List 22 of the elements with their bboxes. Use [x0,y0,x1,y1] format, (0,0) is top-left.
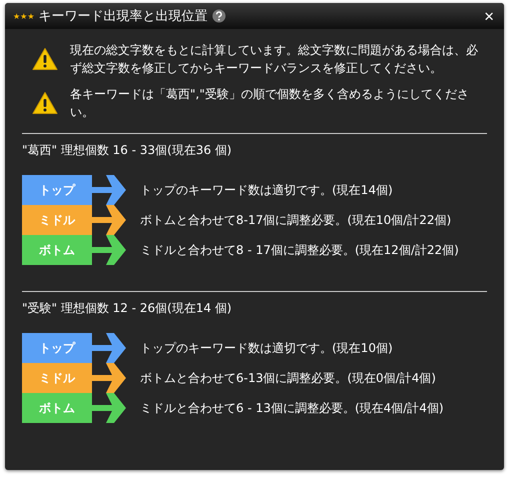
status-message: ミドルと合わせて8 - 17個に調整必要。(現在12個/計22個) [140,242,459,258]
status-message: ボトムと合わせて6-13個に調整必要。(現在0個/計4個) [140,370,436,386]
position-label: ボトム [22,393,92,423]
warning-message: 各キーワードは「葛西","受験」の順で個数を多く含めるようにしてください。 [70,86,470,121]
rating-stars: ★★★ [13,12,35,20]
warning-message: 現在の総文字数をもとに計算しています。総文字数に問題がある場合は、必ず総文字数を修正してからキーワードバランスを修正してください。 [70,42,479,77]
close-button[interactable]: × [482,8,496,24]
window-title: キーワード出現率と出現位置 [38,8,208,25]
keyword-heading: "葛西" 理想個数 16 - 33個(現在36 個) [22,142,233,159]
position-label: トップ [22,175,92,205]
status-message: ミドルと合わせて6 - 13個に調整必要。(現在4個/計4個) [140,400,444,416]
status-message: ボトムと合わせて8-17個に調整必要。(現在10個/計22個) [140,212,452,228]
position-label: ボトム [22,235,92,265]
help-icon[interactable] [212,9,226,23]
warning-icon [32,47,58,71]
position-label: ミドル [22,363,92,393]
keyword-heading: "受験" 理想個数 12 - 26個(現在14 個) [22,300,233,317]
status-message: トップのキーワード数は適切です。(現在14個) [140,182,393,198]
warning-icon [32,91,58,115]
position-label: トップ [22,333,92,363]
status-message: トップのキーワード数は適切です。(現在10個) [140,340,393,356]
position-label: ミドル [22,205,92,235]
